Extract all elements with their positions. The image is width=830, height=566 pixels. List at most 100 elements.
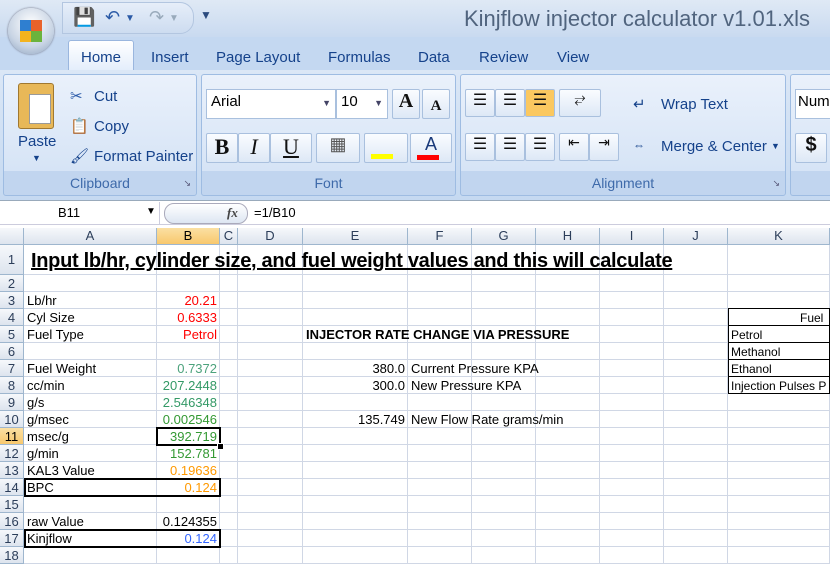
align-center-button[interactable]: ☰ xyxy=(495,133,525,161)
cell-I17[interactable] xyxy=(600,530,664,547)
cell-K2[interactable] xyxy=(728,275,830,292)
row-header-12[interactable]: 12 xyxy=(0,445,24,462)
grow-font-button[interactable]: A xyxy=(392,89,420,119)
cell-A3[interactable] xyxy=(24,292,157,309)
tab-home[interactable]: Home xyxy=(68,40,135,70)
row-header-10[interactable]: 10 xyxy=(0,411,24,428)
cell-B14[interactable] xyxy=(157,479,220,496)
cell-H15[interactable] xyxy=(536,496,600,513)
cell-K10[interactable] xyxy=(728,411,830,428)
cell-K9[interactable] xyxy=(728,394,830,411)
cell-K7[interactable] xyxy=(728,360,830,377)
cell-E13[interactable] xyxy=(303,462,408,479)
column-header-D[interactable]: D xyxy=(238,228,303,245)
cell-B18[interactable] xyxy=(157,547,220,564)
increase-indent-button[interactable]: ⇥ xyxy=(589,133,619,161)
cell-I16[interactable] xyxy=(600,513,664,530)
cell-A15[interactable] xyxy=(24,496,157,513)
cell-B17[interactable] xyxy=(157,530,220,547)
orientation-button[interactable]: ⥂ xyxy=(559,89,601,117)
cell-K1[interactable] xyxy=(728,245,830,275)
insert-function-icon[interactable]: fx xyxy=(227,205,238,221)
cell-H5[interactable] xyxy=(536,326,600,343)
name-box-dropdown-icon[interactable]: ▼ xyxy=(146,206,156,217)
cell-J11[interactable] xyxy=(664,428,728,445)
align-left-button[interactable]: ☰ xyxy=(465,133,495,161)
cell-D12[interactable] xyxy=(238,445,303,462)
cell-F1[interactable] xyxy=(408,245,472,275)
cell-J6[interactable] xyxy=(664,343,728,360)
cell-B11[interactable] xyxy=(157,428,220,445)
redo-icon[interactable]: ↷ xyxy=(149,7,164,28)
cell-F13[interactable] xyxy=(408,462,472,479)
cell-J14[interactable] xyxy=(664,479,728,496)
cell-D3[interactable] xyxy=(238,292,303,309)
cell-B16[interactable] xyxy=(157,513,220,530)
row-header-8[interactable]: 8 xyxy=(0,377,24,394)
row-header-14[interactable]: 14 xyxy=(0,479,24,496)
cell-E15[interactable] xyxy=(303,496,408,513)
cell-I9[interactable] xyxy=(600,394,664,411)
cell-K16[interactable] xyxy=(728,513,830,530)
cell-G15[interactable] xyxy=(472,496,536,513)
cell-B8[interactable] xyxy=(157,377,220,394)
cell-E5[interactable] xyxy=(303,326,408,343)
paste-button[interactable]: Paste xyxy=(18,133,56,150)
cell-B3[interactable] xyxy=(157,292,220,309)
cell-I10[interactable] xyxy=(600,411,664,428)
cell-K4[interactable] xyxy=(728,309,830,326)
cell-J3[interactable] xyxy=(664,292,728,309)
cell-G7[interactable] xyxy=(472,360,536,377)
cell-G8[interactable] xyxy=(472,377,536,394)
format-painter-button[interactable]: Format Painter xyxy=(94,148,193,165)
formula-input[interactable]: =1/B10 xyxy=(254,205,296,220)
cell-H6[interactable] xyxy=(536,343,600,360)
cell-B13[interactable] xyxy=(157,462,220,479)
cell-G6[interactable] xyxy=(472,343,536,360)
cell-B9[interactable] xyxy=(157,394,220,411)
cell-G9[interactable] xyxy=(472,394,536,411)
cell-J15[interactable] xyxy=(664,496,728,513)
cell-A5[interactable] xyxy=(24,326,157,343)
cell-A1[interactable] xyxy=(24,245,157,275)
middle-align-button[interactable]: ☰ xyxy=(495,89,525,117)
cell-D18[interactable] xyxy=(238,547,303,564)
cell-I14[interactable] xyxy=(600,479,664,496)
cell-A9[interactable] xyxy=(24,394,157,411)
cell-K14[interactable] xyxy=(728,479,830,496)
bottom-align-button[interactable]: ☰ xyxy=(525,89,555,117)
cell-A14[interactable] xyxy=(24,479,157,496)
row-header-6[interactable]: 6 xyxy=(0,343,24,360)
decrease-indent-button[interactable]: ⇤ xyxy=(559,133,589,161)
select-all-button[interactable] xyxy=(0,228,24,245)
undo-icon[interactable]: ↶ xyxy=(105,7,120,28)
column-header-J[interactable]: J xyxy=(664,228,728,245)
cell-C7[interactable] xyxy=(220,360,238,377)
cell-G1[interactable] xyxy=(472,245,536,275)
cell-G11[interactable] xyxy=(472,428,536,445)
row-header-15[interactable]: 15 xyxy=(0,496,24,513)
cell-E8[interactable] xyxy=(303,377,408,394)
row-header-5[interactable]: 5 xyxy=(0,326,24,343)
cell-B5[interactable] xyxy=(157,326,220,343)
cell-I18[interactable] xyxy=(600,547,664,564)
cell-G5[interactable] xyxy=(472,326,536,343)
cell-C14[interactable] xyxy=(220,479,238,496)
cell-C18[interactable] xyxy=(220,547,238,564)
column-header-B[interactable]: B xyxy=(157,228,220,245)
cell-B7[interactable] xyxy=(157,360,220,377)
name-box[interactable]: B11 ▼ xyxy=(0,202,160,224)
cell-K3[interactable] xyxy=(728,292,830,309)
cell-K11[interactable] xyxy=(728,428,830,445)
cell-K17[interactable] xyxy=(728,530,830,547)
cell-C9[interactable] xyxy=(220,394,238,411)
bold-button[interactable]: B xyxy=(206,133,238,163)
number-format-select[interactable]: Num xyxy=(795,89,830,119)
shrink-font-button[interactable]: A xyxy=(422,89,450,119)
cell-E2[interactable] xyxy=(303,275,408,292)
cell-F7[interactable] xyxy=(408,360,472,377)
cell-D6[interactable] xyxy=(238,343,303,360)
cell-H1[interactable] xyxy=(536,245,600,275)
row-header-1[interactable]: 1 xyxy=(0,245,24,275)
row-header-4[interactable]: 4 xyxy=(0,309,24,326)
